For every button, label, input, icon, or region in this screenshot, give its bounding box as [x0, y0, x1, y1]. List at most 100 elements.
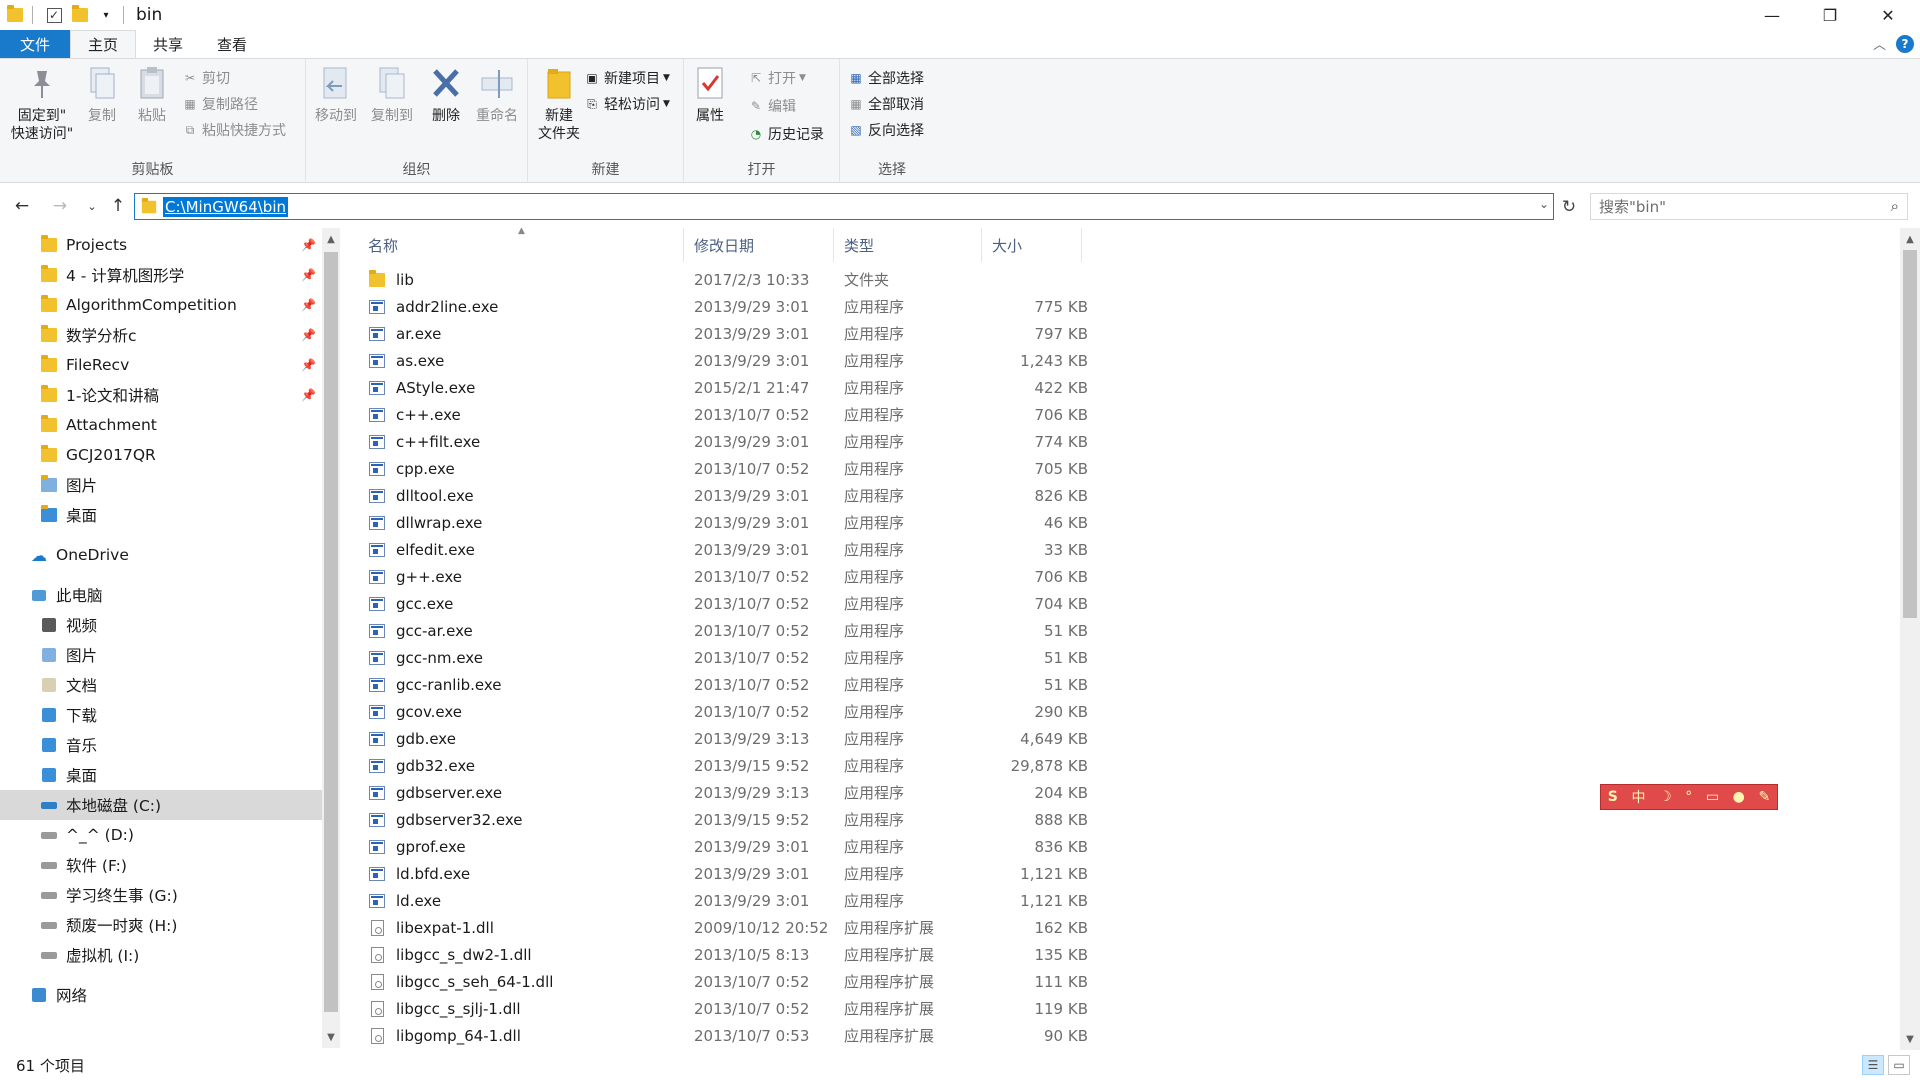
file-name-cell[interactable]: gcc-ranlib.exe: [368, 676, 688, 694]
file-name-cell[interactable]: gdbserver.exe: [368, 784, 688, 802]
pin-icon[interactable]: 📌: [301, 388, 316, 402]
select-none-button[interactable]: ▦ 全部取消: [848, 93, 924, 115]
file-name-cell[interactable]: libgcc_s_dw2-1.dll: [368, 946, 688, 964]
file-name-cell[interactable]: gdbserver32.exe: [368, 811, 688, 829]
nav-pc-item[interactable]: ^_^ (D:): [0, 820, 322, 850]
up-arrow-icon[interactable]: ↑: [106, 194, 130, 218]
table-row[interactable]: AStyle.exe 2015/2/1 21:47 应用程序 422 KB: [358, 374, 1088, 401]
nav-pc-item[interactable]: 本地磁盘 (C:): [0, 790, 322, 820]
select-all-button[interactable]: ▦ 全部选择: [848, 67, 924, 89]
forward-arrow-icon[interactable]: →: [48, 194, 72, 218]
nav-quick-access-item[interactable]: 数学分析c 📌: [0, 320, 322, 350]
file-name-cell[interactable]: addr2line.exe: [368, 298, 688, 316]
table-row[interactable]: c++.exe 2013/10/7 0:52 应用程序 706 KB: [358, 401, 1088, 428]
file-name-cell[interactable]: libgcc_s_sjlj-1.dll: [368, 1000, 688, 1018]
details-view-icon[interactable]: ☰: [1862, 1055, 1884, 1075]
table-row[interactable]: c++filt.exe 2013/9/29 3:01 应用程序 774 KB: [358, 428, 1088, 455]
nav-pc-item[interactable]: 视频: [0, 610, 322, 640]
half-width-moon-icon[interactable]: ☽: [1659, 789, 1672, 805]
table-row[interactable]: gdbserver.exe 2013/9/29 3:13 应用程序 204 KB: [358, 779, 1088, 806]
pin-quick-access-button[interactable]: 固定到" 快速访问": [6, 65, 78, 143]
nav-quick-access-item[interactable]: 4 - 计算机图形学 📌: [0, 260, 322, 290]
large-icons-view-icon[interactable]: ▭: [1888, 1055, 1910, 1075]
table-row[interactable]: addr2line.exe 2013/9/29 3:01 应用程序 775 KB: [358, 293, 1088, 320]
tab-view[interactable]: 查看: [200, 30, 264, 58]
table-row[interactable]: gcc-nm.exe 2013/10/7 0:52 应用程序 51 KB: [358, 644, 1088, 671]
file-name-cell[interactable]: libexpat-1.dll: [368, 919, 688, 937]
pin-icon[interactable]: 📌: [301, 268, 316, 282]
cut-button[interactable]: ✂ 剪切: [182, 67, 230, 89]
table-row[interactable]: gcc.exe 2013/10/7 0:52 应用程序 704 KB: [358, 590, 1088, 617]
scroll-up-arrow-icon[interactable]: ▲: [1901, 230, 1919, 248]
wrench-icon[interactable]: ✎: [1758, 789, 1770, 805]
nav-quick-access-item[interactable]: Projects 📌: [0, 230, 322, 260]
table-row[interactable]: as.exe 2013/9/29 3:01 应用程序 1,243 KB: [358, 347, 1088, 374]
table-row[interactable]: dlltool.exe 2013/9/29 3:01 应用程序 826 KB: [358, 482, 1088, 509]
file-name-cell[interactable]: gcov.exe: [368, 703, 688, 721]
nav-quick-access-item[interactable]: 1-论文和讲稿 📌: [0, 380, 322, 410]
table-row[interactable]: cpp.exe 2013/10/7 0:52 应用程序 705 KB: [358, 455, 1088, 482]
file-name-cell[interactable]: ld.bfd.exe: [368, 865, 688, 883]
scroll-down-arrow-icon[interactable]: ▼: [322, 1028, 340, 1046]
table-row[interactable]: libgcc_s_sjlj-1.dll 2013/10/7 0:52 应用程序扩展 1…: [358, 995, 1088, 1022]
user-icon[interactable]: ●: [1733, 789, 1745, 805]
nav-this-pc[interactable]: 此电脑: [0, 580, 322, 610]
ime-toolbar[interactable]: S 中 ☽ ° ▭ ● ✎: [1600, 784, 1778, 810]
ime-logo-icon[interactable]: S: [1608, 789, 1618, 805]
nav-quick-access-item[interactable]: FileRecv 📌: [0, 350, 322, 380]
easy-access-button[interactable]: ⎘ 轻松访问 ▼: [584, 93, 670, 115]
new-folder-button[interactable]: 新建 文件夹: [534, 65, 584, 143]
table-row[interactable]: gcc-ranlib.exe 2013/10/7 0:52 应用程序 51 KB: [358, 671, 1088, 698]
tab-home[interactable]: 主页: [70, 30, 137, 58]
nav-pc-item[interactable]: 颓废一时爽 (H:): [0, 910, 322, 940]
column-header-type[interactable]: 类型: [834, 228, 982, 262]
invert-selection-button[interactable]: ▧ 反向选择: [848, 119, 924, 141]
minimize-button[interactable]: —: [1743, 0, 1801, 30]
address-bar[interactable]: C:\MinGW64\bin ⌄: [134, 193, 1554, 220]
recent-locations-chevron-icon[interactable]: ⌄: [80, 194, 104, 218]
history-button[interactable]: ◔ 历史记录: [748, 123, 824, 145]
nav-quick-access-item[interactable]: AlgorithmCompetition 📌: [0, 290, 322, 320]
nav-pc-item[interactable]: 学习终生事 (G:): [0, 880, 322, 910]
table-row[interactable]: gdb32.exe 2013/9/15 9:52 应用程序 29,878 KB: [358, 752, 1088, 779]
file-name-cell[interactable]: gdb32.exe: [368, 757, 688, 775]
collapse-ribbon-icon[interactable]: ︿: [1873, 34, 1886, 53]
quick-access-dropdown-icon[interactable]: ▾: [95, 4, 117, 26]
scroll-down-arrow-icon[interactable]: ▼: [1901, 1030, 1919, 1048]
maximize-button[interactable]: ❐: [1801, 0, 1859, 30]
copy-path-button[interactable]: ▦ 复制路径: [182, 93, 258, 115]
table-row[interactable]: ld.exe 2013/9/29 3:01 应用程序 1,121 KB: [358, 887, 1088, 914]
scroll-up-arrow-icon[interactable]: ▲: [322, 230, 340, 248]
table-row[interactable]: libgomp_64-1.dll 2013/10/7 0:53 应用程序扩展 90 K…: [358, 1022, 1088, 1049]
open-button[interactable]: ⇱ 打开 ▼: [748, 67, 806, 89]
nav-pc-item[interactable]: 图片: [0, 640, 322, 670]
file-name-cell[interactable]: gcc.exe: [368, 595, 688, 613]
pin-icon[interactable]: 📌: [301, 238, 316, 252]
new-item-button[interactable]: ▣ 新建项目 ▼: [584, 67, 670, 89]
table-row[interactable]: elfedit.exe 2013/9/29 3:01 应用程序 33 KB: [358, 536, 1088, 563]
pin-icon[interactable]: 📌: [301, 328, 316, 342]
pin-icon[interactable]: 📌: [301, 358, 316, 372]
address-dropdown-icon[interactable]: ⌄: [1539, 197, 1549, 211]
move-to-button[interactable]: 移动到: [312, 65, 360, 125]
nav-pc-item[interactable]: 虚拟机 (I:): [0, 940, 322, 970]
file-name-cell[interactable]: g++.exe: [368, 568, 688, 586]
file-name-cell[interactable]: libgomp_64-1.dll: [368, 1027, 688, 1045]
nav-pane-scrollbar[interactable]: ▲ ▼: [322, 228, 340, 1048]
delete-button[interactable]: 删除: [424, 65, 468, 125]
properties-check-icon[interactable]: ✓: [43, 4, 65, 26]
table-row[interactable]: ld.bfd.exe 2013/9/29 3:01 应用程序 1,121 KB: [358, 860, 1088, 887]
refresh-icon[interactable]: ↻: [1556, 193, 1582, 220]
file-name-cell[interactable]: as.exe: [368, 352, 688, 370]
tab-share[interactable]: 共享: [136, 30, 200, 58]
file-name-cell[interactable]: elfedit.exe: [368, 541, 688, 559]
table-row[interactable]: libexpat-1.dll 2009/10/12 20:52 应用程序扩展 162 …: [358, 914, 1088, 941]
file-name-cell[interactable]: dlltool.exe: [368, 487, 688, 505]
nav-quick-access-item[interactable]: GCJ2017QR: [0, 440, 322, 470]
properties-button[interactable]: 属性: [688, 65, 732, 125]
table-row[interactable]: g++.exe 2013/10/7 0:52 应用程序 706 KB: [358, 563, 1088, 590]
nav-pc-item[interactable]: 下载: [0, 700, 322, 730]
file-name-cell[interactable]: cpp.exe: [368, 460, 688, 478]
table-row[interactable]: gcc-ar.exe 2013/10/7 0:52 应用程序 51 KB: [358, 617, 1088, 644]
column-header-size[interactable]: 大小: [982, 228, 1082, 262]
